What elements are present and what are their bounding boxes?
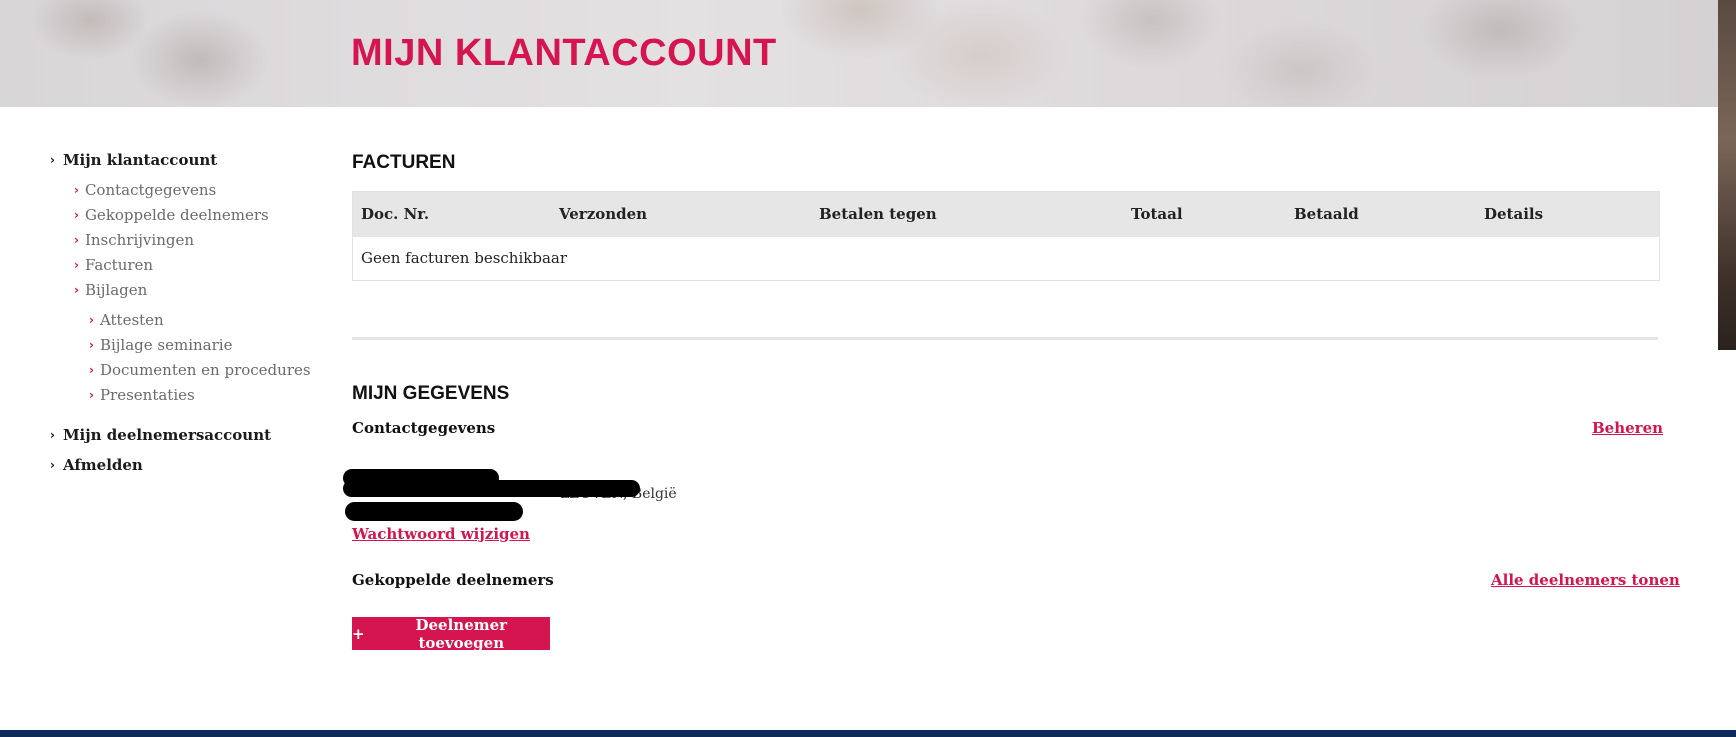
hero-banner: MIJN KLANTACCOUNT: [0, 0, 1718, 107]
chevron-right-icon: ›: [50, 458, 55, 472]
sidebar-item-label: Facturen: [84, 256, 154, 274]
chevron-right-icon: ›: [74, 208, 79, 222]
sidebar-item-label: Documenten en procedures: [99, 361, 311, 379]
sidebar-item-label: Bijlagen: [84, 281, 148, 299]
redaction-mark: [343, 480, 640, 497]
sidebar-item-bijlagen[interactable]: › Bijlagen: [74, 281, 147, 299]
add-participant-label: Deelnemer toevoegen: [415, 615, 508, 652]
invoices-table: Doc. Nr. Verzonden Betalen tegen Totaal …: [352, 191, 1660, 281]
sidebar-item-contactgegevens[interactable]: › Contactgegevens: [74, 181, 216, 199]
chevron-right-icon: ›: [89, 313, 94, 327]
page-title: MIJN KLANTACCOUNT: [351, 32, 777, 74]
chevron-right-icon: ›: [74, 233, 79, 247]
sidebar-item-label: Afmelden: [62, 456, 143, 474]
redaction-mark: [345, 502, 523, 521]
sidebar-item-inschrijvingen[interactable]: › Inschrijvingen: [74, 231, 194, 249]
sidebar-item-label: Bijlage seminarie: [99, 336, 233, 354]
footer-bar: [0, 730, 1736, 737]
chevron-right-icon: ›: [50, 153, 55, 167]
empty-message: Geen facturen beschikbaar: [361, 249, 568, 267]
column-header: Totaal: [1131, 205, 1183, 223]
show-all-participants-link[interactable]: Alle deelnemers tonen: [1491, 571, 1680, 589]
sidebar-item-mijn-klantaccount[interactable]: › Mijn klantaccount: [50, 151, 217, 169]
sidebar-item-label: Mijn klantaccount: [62, 151, 218, 169]
section-divider: [352, 337, 1658, 340]
linked-participants-label: Gekoppelde deelnemers: [352, 571, 554, 589]
plus-icon: +: [352, 624, 365, 643]
sidebar-item-bijlage-seminarie[interactable]: › Bijlage seminarie: [89, 336, 232, 354]
chevron-right-icon: ›: [50, 428, 55, 442]
chevron-right-icon: ›: [89, 388, 94, 402]
sidebar-item-label: Attesten: [99, 311, 164, 329]
column-header: Verzonden: [559, 205, 648, 223]
side-photo: [1718, 0, 1736, 350]
sidebar-item-label: Contactgegevens: [84, 181, 217, 199]
add-participant-button[interactable]: + Deelnemer toevoegen: [352, 615, 550, 652]
column-header: Betalen tegen: [819, 205, 937, 223]
chevron-right-icon: ›: [89, 338, 94, 352]
chevron-right-icon: ›: [74, 258, 79, 272]
details-title: MIJN GEGEVENS: [352, 383, 510, 404]
chevron-right-icon: ›: [89, 363, 94, 377]
chevron-right-icon: ›: [74, 183, 79, 197]
sidebar-item-afmelden[interactable]: › Afmelden: [50, 456, 143, 474]
contact-label: Contactgegevens: [352, 419, 496, 437]
invoices-title: FACTUREN: [352, 152, 456, 173]
sidebar-item-label: Gekoppelde deelnemers: [84, 206, 269, 224]
sidebar-item-label: Mijn deelnemersaccount: [62, 426, 272, 444]
sidebar-item-documenten-en-procedures[interactable]: › Documenten en procedures: [89, 361, 311, 379]
chevron-right-icon: ›: [74, 283, 79, 297]
sidebar-item-facturen[interactable]: › Facturen: [74, 256, 153, 274]
column-header: Betaald: [1294, 205, 1359, 223]
column-header: Details: [1484, 205, 1544, 223]
manage-link[interactable]: Beheren: [1592, 419, 1663, 437]
sidebar-item-label: Inschrijvingen: [84, 231, 194, 249]
sidebar-item-gekoppelde-deelnemers[interactable]: › Gekoppelde deelnemers: [74, 206, 269, 224]
sidebar-item-label: Presentaties: [99, 386, 195, 404]
table-row: Geen facturen beschikbaar: [353, 237, 1659, 280]
sidebar-item-presentaties[interactable]: › Presentaties: [89, 386, 195, 404]
column-header: Doc. Nr.: [361, 205, 430, 223]
change-password-link[interactable]: Wachtwoord wijzigen: [352, 525, 530, 543]
sidebar-item-mijn-deelnemersaccount[interactable]: › Mijn deelnemersaccount: [50, 426, 271, 444]
table-header: Doc. Nr. Verzonden Betalen tegen Totaal …: [353, 192, 1659, 237]
sidebar-item-attesten[interactable]: › Attesten: [89, 311, 164, 329]
